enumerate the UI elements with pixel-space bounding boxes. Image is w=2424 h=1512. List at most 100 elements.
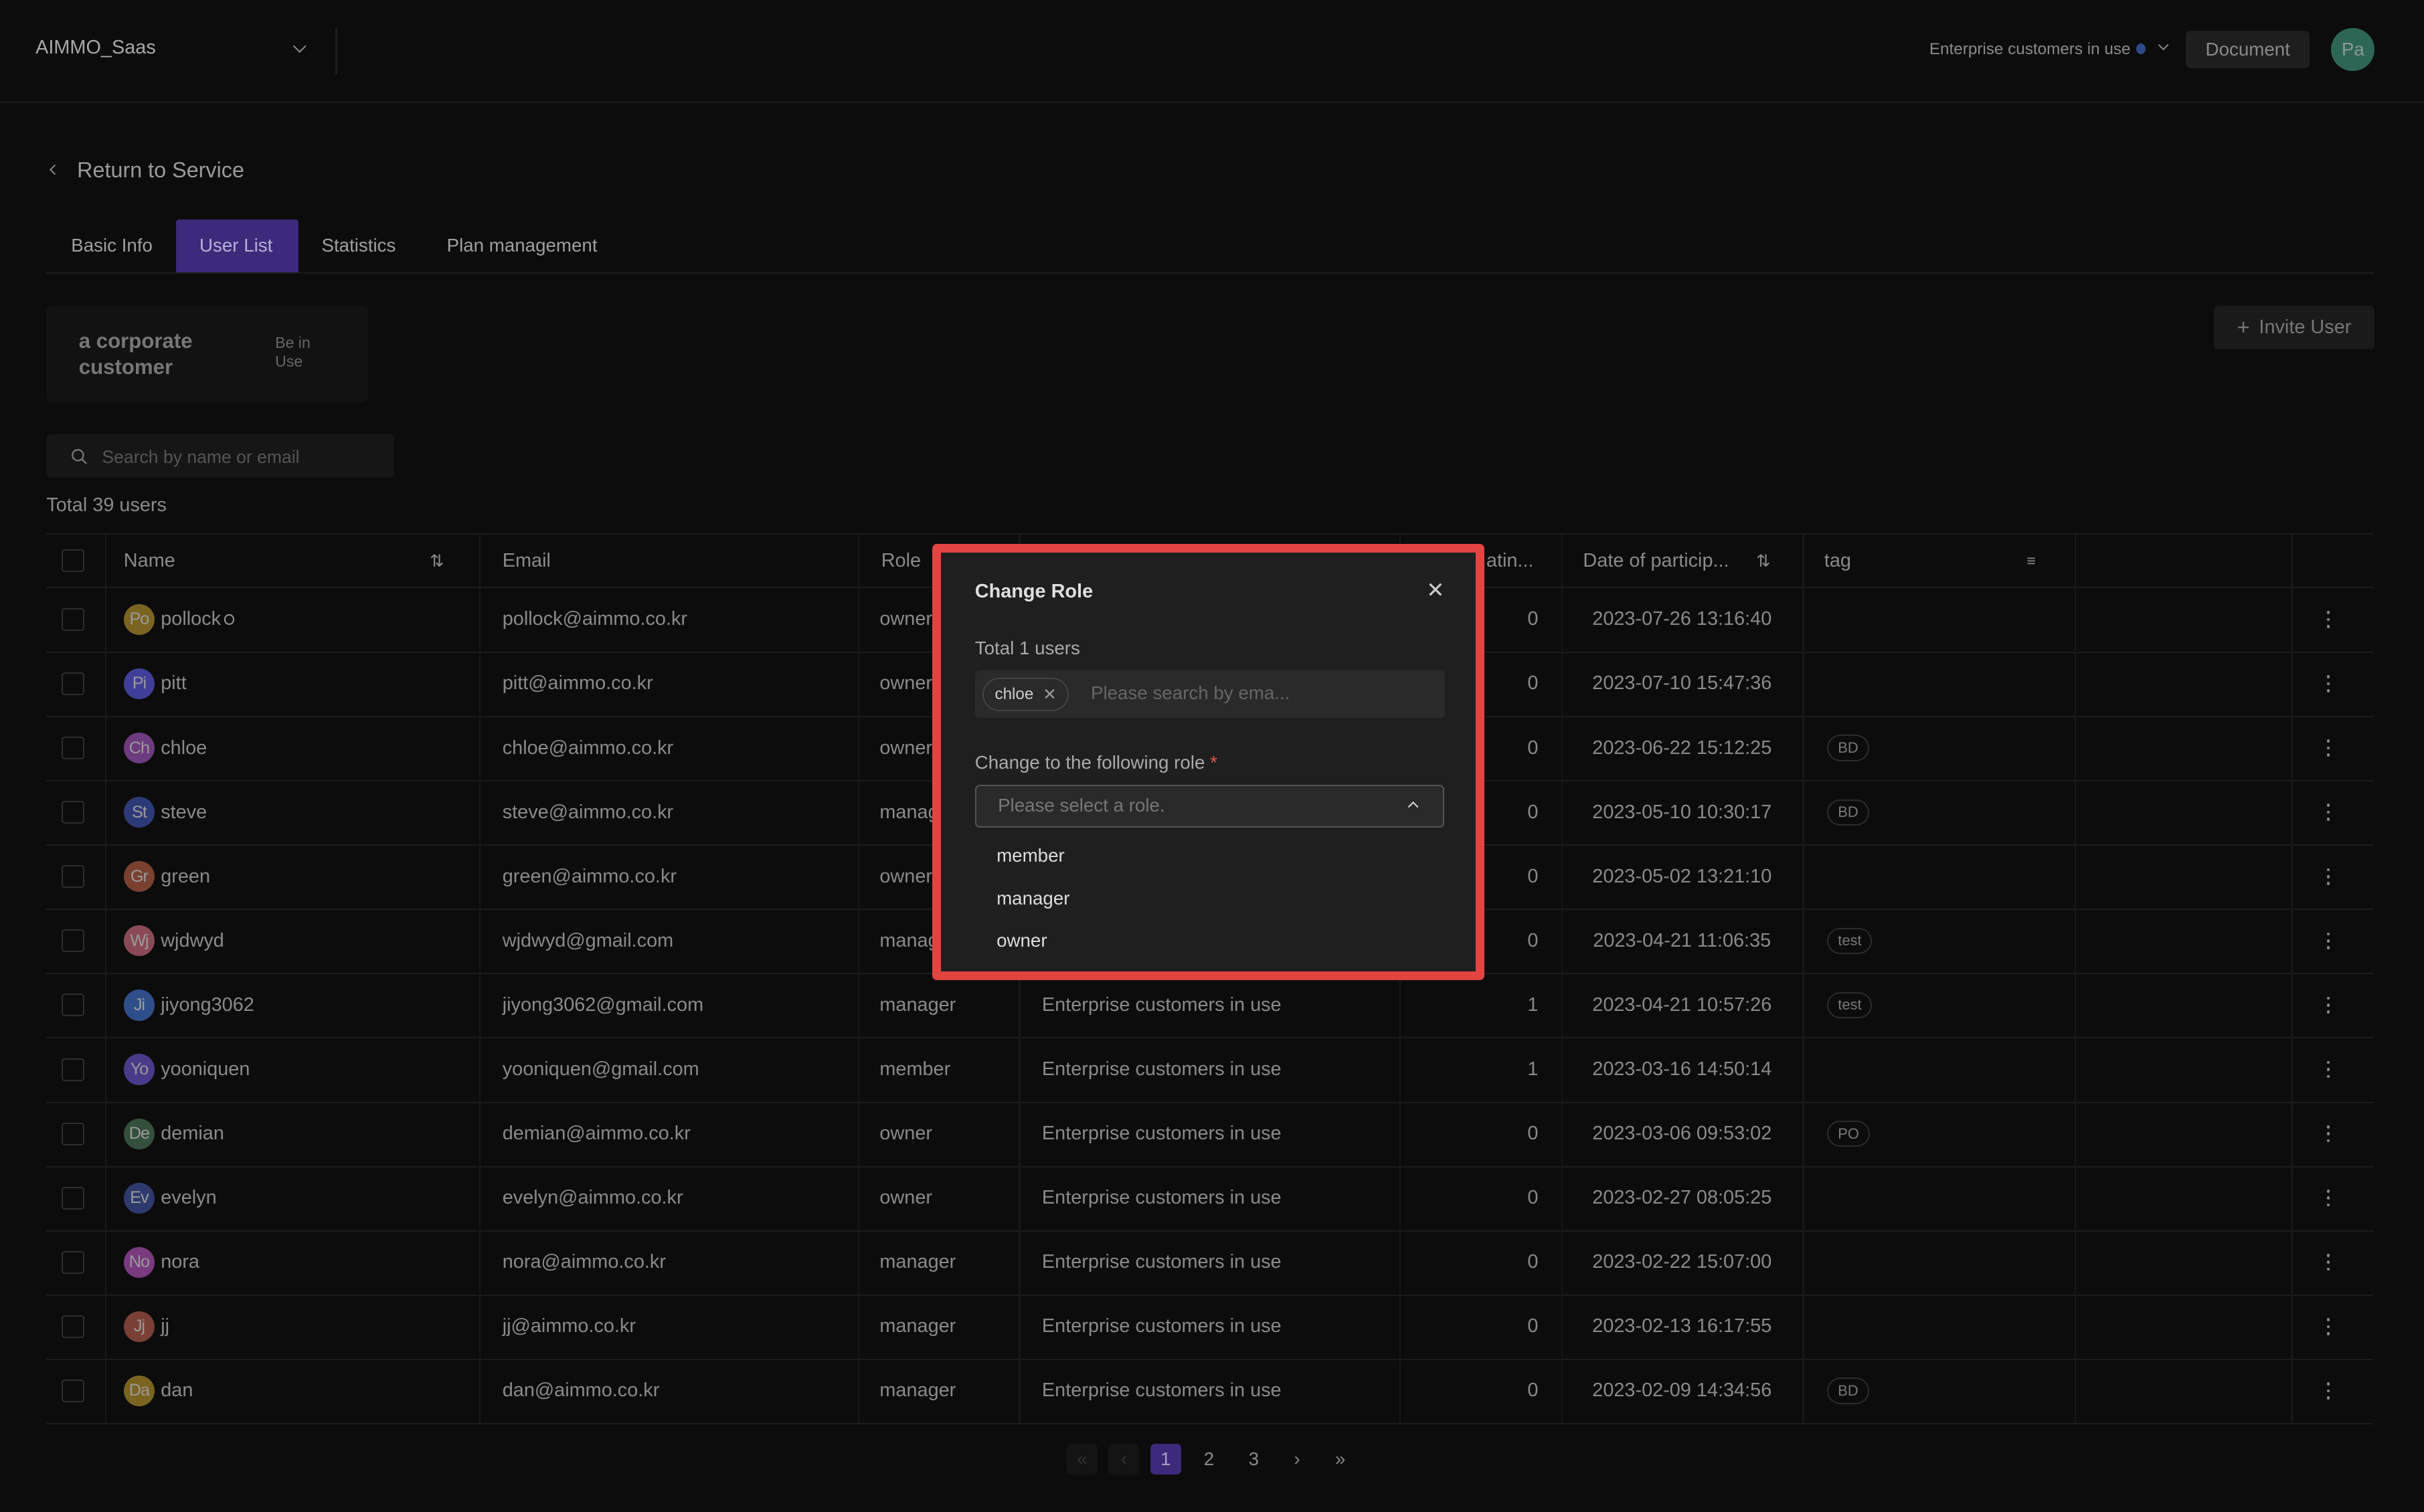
row-checkbox[interactable] [62, 994, 85, 1017]
more-options-icon[interactable] [2326, 804, 2330, 821]
table-row[interactable]: No nora nora@aimmo.co.kr manager Enterpri… [46, 1230, 2373, 1296]
last-page-button[interactable]: » [1325, 1444, 1356, 1475]
more-options-icon[interactable] [2326, 611, 2330, 628]
row-checkbox[interactable] [62, 1250, 85, 1274]
user-email: jiyong3062@gmail.com [502, 994, 704, 1016]
plus-icon: + [2237, 315, 2250, 340]
user-name: wjdwyd [161, 929, 224, 951]
tag-badge: BD [1827, 735, 1869, 761]
table-row[interactable]: Yo yooniquen yooniquen@gmail.com member E… [46, 1037, 2373, 1103]
row-checkbox[interactable] [62, 737, 85, 760]
chevron-down-icon[interactable] [2158, 40, 2169, 51]
sort-icon[interactable]: ⇅ [1756, 535, 1770, 587]
row-checkbox[interactable] [62, 1058, 85, 1081]
user-name: demian [161, 1123, 224, 1145]
row-checkbox[interactable] [62, 672, 85, 695]
more-options-icon[interactable] [2326, 675, 2330, 692]
invite-label: Invite User [2259, 316, 2352, 339]
chevron-up-icon [1407, 801, 1419, 812]
role-option-owner[interactable]: owner [997, 930, 1047, 951]
table-row[interactable]: Jj jj jj@aimmo.co.kr manager Enterprise c… [46, 1294, 2373, 1360]
online-indicator-icon [224, 614, 235, 625]
required-asterisk: * [1210, 752, 1217, 773]
user-role: owner [879, 737, 932, 759]
page-2[interactable]: 2 [1193, 1444, 1224, 1475]
more-options-icon[interactable] [2326, 1254, 2330, 1271]
chevron-down-icon[interactable] [293, 39, 307, 53]
close-icon[interactable]: ✕ [1426, 577, 1444, 603]
user-name: evelyn [161, 1187, 217, 1209]
tab-plan-management[interactable]: Plan management [424, 219, 620, 272]
more-options-icon[interactable] [2326, 868, 2330, 885]
avatar: Yo [123, 1054, 155, 1085]
user-count: 0 [1527, 1315, 1539, 1337]
tab-user-list[interactable]: User List [176, 219, 298, 272]
user-name: jj [161, 1315, 170, 1337]
more-options-icon[interactable] [2326, 739, 2330, 757]
row-checkbox[interactable] [62, 1122, 85, 1145]
user-role: owner [879, 672, 932, 694]
chip-remove-icon[interactable]: ✕ [1043, 684, 1056, 704]
customer-type: a corporate customer [78, 328, 193, 379]
filter-icon[interactable]: ≡ [2026, 535, 2035, 587]
user-role: manager [879, 1380, 956, 1402]
row-checkbox[interactable] [62, 1315, 85, 1338]
return-to-service-link[interactable]: Return to Service [49, 157, 244, 183]
user-search-input[interactable]: chloe ✕ Please search by ema... [974, 670, 1445, 719]
user-group: Enterprise customers in use [1041, 1123, 1282, 1145]
first-page-button[interactable]: « [1066, 1443, 1098, 1475]
more-options-icon[interactable] [2326, 1318, 2330, 1335]
service-status[interactable]: Enterprise customers in use [1929, 40, 2131, 59]
page-3[interactable]: 3 [1238, 1444, 1269, 1475]
row-checkbox[interactable] [62, 865, 85, 888]
tab-basic-info[interactable]: Basic Info [48, 219, 176, 272]
table-row[interactable]: Da dan dan@aimmo.co.kr manager Enterprise… [46, 1358, 2373, 1425]
sort-icon[interactable]: ⇅ [430, 535, 444, 587]
table-row[interactable]: De demian demian@aimmo.co.kr owner Enterp… [46, 1101, 2373, 1167]
row-checkbox[interactable] [62, 1186, 85, 1210]
invite-user-button[interactable]: + Invite User [2213, 306, 2375, 350]
user-email: pollock@aimmo.co.kr [502, 608, 688, 630]
row-checkbox[interactable] [62, 607, 85, 631]
user-email: nora@aimmo.co.kr [502, 1251, 666, 1273]
next-page-button[interactable]: › [1282, 1444, 1312, 1475]
tab-statistics[interactable]: Statistics [298, 219, 419, 272]
prev-page-button[interactable]: ‹ [1108, 1443, 1140, 1475]
more-options-icon[interactable] [2326, 932, 2330, 949]
join-date: 2023-04-21 11:06:35 [1593, 929, 1771, 951]
search-input[interactable]: Search by name or email [46, 434, 395, 478]
user-email: evelyn@aimmo.co.kr [502, 1187, 683, 1209]
user-avatar[interactable]: Pa [2331, 27, 2375, 72]
more-options-icon[interactable] [2326, 996, 2330, 1014]
tag-badge: PO [1827, 1121, 1870, 1147]
document-button[interactable]: Document [2186, 31, 2310, 68]
user-email: green@aimmo.co.kr [502, 865, 677, 887]
user-name: chloe [161, 737, 207, 759]
role-option-manager[interactable]: manager [997, 888, 1069, 909]
modal-title: Change Role [974, 580, 1094, 602]
avatar: Pi [123, 668, 155, 700]
column-name[interactable]: Name [124, 535, 175, 587]
more-options-icon[interactable] [2326, 1382, 2330, 1400]
more-options-icon[interactable] [2326, 1190, 2330, 1207]
workspace-name[interactable]: AIMMO_Saas [35, 37, 156, 59]
table-row[interactable]: Ji jiyong3062 jiyong3062@gmail.com manage… [46, 973, 2373, 1039]
role-option-member[interactable]: member [997, 845, 1065, 866]
table-row[interactable]: Ev evelyn evelyn@aimmo.co.kr owner Enterp… [46, 1165, 2373, 1232]
more-options-icon[interactable] [2326, 1060, 2330, 1078]
page-1[interactable]: 1 [1150, 1443, 1181, 1475]
column-date[interactable]: Date of particip... [1583, 535, 1729, 587]
row-checkbox[interactable] [62, 1379, 85, 1402]
row-checkbox[interactable] [62, 801, 85, 824]
role-select[interactable]: Please select a role. [974, 784, 1445, 828]
total-users: Total 39 users [46, 494, 167, 516]
user-email: dan@aimmo.co.kr [502, 1380, 660, 1402]
select-all-checkbox[interactable] [62, 549, 85, 573]
column-email: Email [502, 549, 551, 571]
return-label: Return to Service [77, 157, 244, 182]
join-date: 2023-05-10 10:30:17 [1592, 801, 1772, 823]
column-tag: tag [1824, 549, 1851, 571]
join-date: 2023-03-16 14:50:14 [1592, 1058, 1772, 1080]
more-options-icon[interactable] [2326, 1125, 2330, 1143]
row-checkbox[interactable] [62, 929, 85, 953]
